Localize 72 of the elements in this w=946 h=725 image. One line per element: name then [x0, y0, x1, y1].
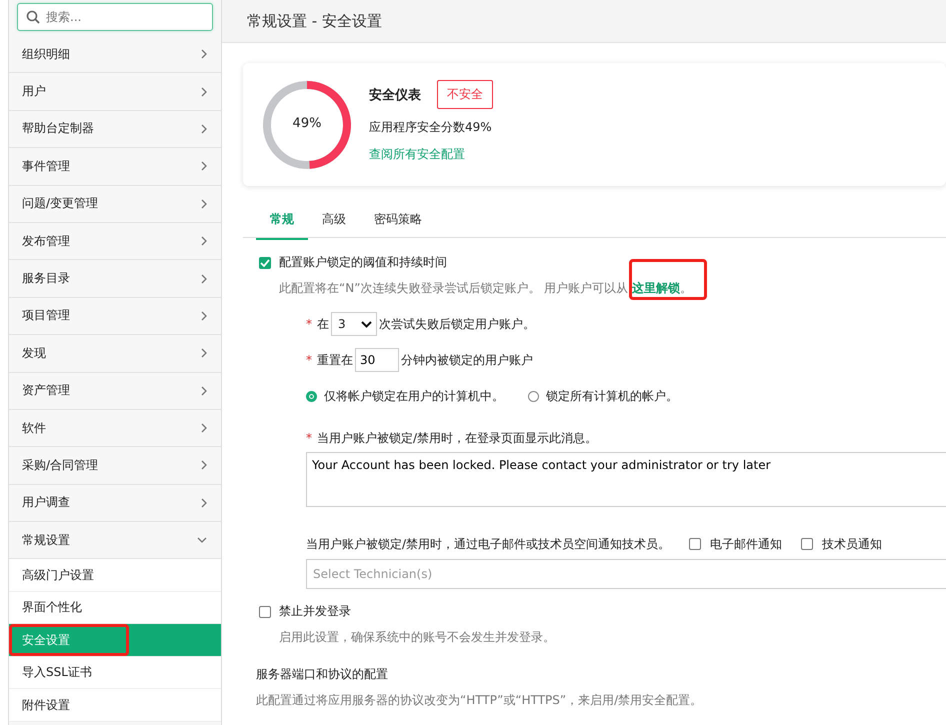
sidebar-subitem[interactable]: 高级门户设置: [9, 559, 221, 592]
chevron-right-icon: [201, 498, 207, 508]
description-text: 启用此设置，确保系统中的账号不会发生并发登录。: [279, 629, 555, 646]
sidebar-item[interactable]: 采购/合同管理: [9, 447, 221, 485]
chevron-right-icon: [201, 460, 207, 470]
sidebar-item[interactable]: 帮助台定制器: [9, 110, 221, 148]
radio-label: 仅将帐户锁定在用户的计算机中。: [324, 388, 504, 404]
card-title: 安全仪表: [369, 86, 421, 104]
sidebar-item[interactable]: 发布管理: [9, 222, 221, 260]
status-badge: 不安全: [437, 80, 493, 109]
checkbox[interactable]: [689, 538, 702, 550]
required-mark: *: [306, 317, 312, 331]
attempts-dropdown[interactable]: 3: [331, 312, 377, 336]
search-field[interactable]: 搜索...: [17, 3, 213, 31]
field-suffix: 分钟内被锁定的用户账户: [401, 352, 533, 368]
chevron-right-icon: [201, 348, 207, 358]
page-title: 常规设置 - 安全设置: [247, 12, 382, 30]
field-prefix: 在: [317, 316, 329, 332]
checkbox-label: 配置账户锁定的阈值和持续时间: [279, 254, 447, 271]
chevron-right-icon: [201, 274, 207, 284]
chevron-right-icon: [201, 49, 207, 60]
search-icon: [26, 10, 40, 24]
required-mark: *: [306, 353, 312, 367]
checkbox[interactable]: [259, 606, 271, 618]
period-text: 。: [680, 280, 692, 297]
score-text: 应用程序安全分数49%: [369, 119, 493, 136]
sidebar-subitem[interactable]: 界面个性化: [9, 592, 221, 624]
sidebar-item[interactable]: 软件: [9, 410, 221, 448]
chevron-right-icon: [201, 198, 207, 209]
description-text: 此配置将在“N”次连续失败登录尝试后锁定账户。 用户账户可以从: [279, 280, 628, 297]
tab[interactable]: 密码策略: [360, 208, 436, 238]
checkbox-label: 电子邮件通知: [710, 536, 782, 552]
description-text: 此配置通过将应用服务器的协议改变为“HTTP”或“HTTPS”，来启用/禁用安全配置。: [256, 692, 704, 709]
sidebar-subitem[interactable]: 导入SSL证书: [9, 656, 221, 690]
checkbox-label: 技术员通知: [822, 536, 882, 552]
section-title: 服务器端口和协议的配置: [256, 666, 389, 683]
sidebar-subitem[interactable]: 附件设置: [9, 689, 221, 722]
sidebar-item[interactable]: 问题/变更管理: [9, 186, 221, 223]
chevron-down-icon: [361, 320, 372, 328]
chevron-down-icon: [197, 537, 207, 544]
sidebar-item[interactable]: 用户调查: [9, 484, 221, 522]
required-mark: *: [306, 431, 312, 445]
message-textarea[interactable]: Your Account has been locked. Please contact your administrator or try later: [306, 452, 946, 507]
sidebar-item[interactable]: 用户: [9, 73, 221, 111]
sidebar-item[interactable]: 服务目录: [9, 260, 221, 298]
chevron-right-icon: [201, 124, 207, 134]
minutes-input[interactable]: 30: [355, 348, 399, 372]
chevron-right-icon: [201, 423, 207, 434]
chevron-right-icon: [201, 386, 207, 396]
radio-button[interactable]: [306, 390, 317, 402]
chevron-right-icon: [201, 236, 207, 246]
chevron-right-icon: [201, 86, 207, 97]
field-label: 当用户账户被锁定/禁用时，通过电子邮件或技术员空间通知技术员。: [306, 536, 670, 552]
chevron-right-icon: [201, 161, 207, 172]
chevron-right-icon: [201, 310, 207, 321]
technician-select[interactable]: Select Technician(s): [306, 559, 946, 589]
sidebar-item[interactable]: 组织明细: [9, 36, 221, 74]
checkbox[interactable]: [801, 538, 814, 550]
tab[interactable]: 高级: [308, 208, 360, 238]
checkbox-label: 禁止并发登录: [279, 603, 351, 620]
radio-button[interactable]: [528, 390, 539, 402]
sidebar-item[interactable]: 资产管理: [9, 372, 221, 410]
sidebar-item[interactable]: 事件管理: [9, 148, 221, 186]
checkbox[interactable]: [259, 256, 271, 268]
field-suffix: 次尝试失败后锁定用户账户。: [379, 316, 535, 332]
radio-label: 锁定所有计算机的帐户。: [546, 388, 678, 404]
field-prefix: 重置在: [317, 352, 353, 368]
sidebar-item[interactable]: 项目管理: [9, 298, 221, 336]
gauge-reading: 49%: [292, 116, 322, 130]
sidebar-item[interactable]: 发现: [9, 335, 221, 373]
field-label: 当用户账户被锁定/禁用时，在登录页面显示此消息。: [317, 430, 598, 446]
unlock-link[interactable]: 这里解锁: [632, 280, 680, 297]
